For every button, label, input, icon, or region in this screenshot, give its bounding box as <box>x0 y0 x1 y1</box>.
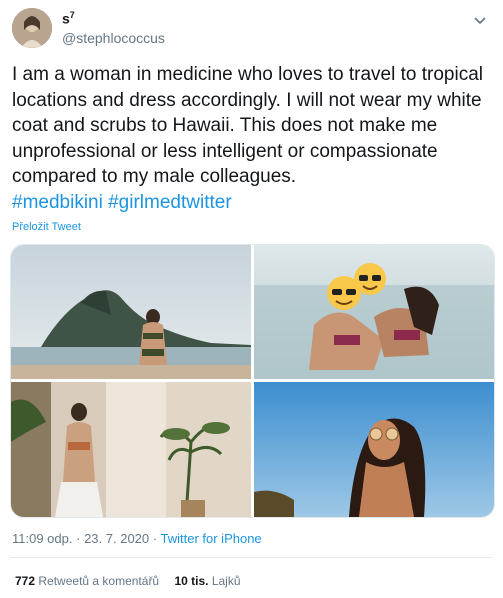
tweet-meta: 11:09 odp. · 23. 7. 2020 · Twitter for i… <box>12 531 262 546</box>
display-name[interactable]: s7 <box>62 10 75 27</box>
hashtag-medbikini[interactable]: #medbikini <box>12 192 103 213</box>
likes-label: Lajků <box>211 574 241 588</box>
divider <box>10 557 493 558</box>
likes-stat[interactable]: 10 tis. Lajků <box>174 574 240 588</box>
tweet-stats: 772 Retweetů a komentářů 10 tis. Lajků <box>15 574 253 588</box>
tweet-source-link[interactable]: Twitter for iPhone <box>161 531 262 546</box>
retweets-count: 772 <box>15 574 36 588</box>
media-grid <box>10 244 495 518</box>
photo-4[interactable] <box>254 382 494 517</box>
meta-separator: · <box>152 531 158 546</box>
tweet-date[interactable]: 23. 7. 2020 <box>84 531 149 546</box>
retweets-stat[interactable]: 772 Retweetů a komentářů <box>15 574 159 588</box>
hashtags: #medbikini #girlmedtwitter <box>12 190 232 215</box>
avatar[interactable] <box>12 8 52 48</box>
user-handle[interactable]: @stephlococcus <box>62 30 165 46</box>
photo-2[interactable] <box>254 245 494 379</box>
meta-separator: · <box>76 531 81 546</box>
photo-3[interactable] <box>11 382 251 517</box>
display-name-text[interactable]: s <box>62 11 70 27</box>
tweet-text: I am a woman in medicine who loves to tr… <box>12 64 483 187</box>
translate-tweet-link[interactable]: Přeložit Tweet <box>12 221 81 233</box>
photo-1[interactable] <box>11 245 251 379</box>
display-name-sup: 7 <box>69 10 75 20</box>
likes-count: 10 tis. <box>174 574 209 588</box>
tweet-time[interactable]: 11:09 odp. <box>12 531 72 546</box>
chevron-down-icon[interactable] <box>471 12 489 30</box>
hashtag-girlmedtwitter[interactable]: #girlmedtwitter <box>108 192 232 213</box>
retweets-label: Retweetů a komentářů <box>38 574 160 588</box>
